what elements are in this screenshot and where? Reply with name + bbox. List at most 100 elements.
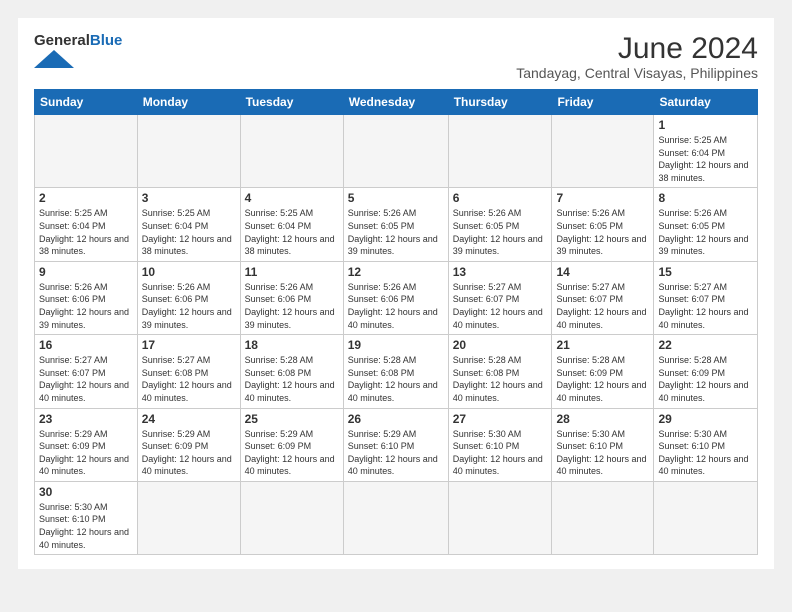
location-subtitle: Tandayag, Central Visayas, Philippines <box>516 65 758 81</box>
day-info: Sunrise: 5:28 AM Sunset: 6:08 PM Dayligh… <box>245 354 339 404</box>
day-info: Sunrise: 5:28 AM Sunset: 6:08 PM Dayligh… <box>348 354 444 404</box>
day-number: 7 <box>556 191 649 205</box>
day-info: Sunrise: 5:27 AM Sunset: 6:08 PM Dayligh… <box>142 354 236 404</box>
calendar-cell <box>240 115 343 188</box>
calendar-week-2: 2 Sunrise: 5:25 AM Sunset: 6:04 PM Daylig… <box>35 188 758 261</box>
calendar-week-4: 16 Sunrise: 5:27 AM Sunset: 6:07 PM Dayli… <box>35 335 758 408</box>
day-number: 5 <box>348 191 444 205</box>
calendar-cell <box>343 115 448 188</box>
day-info: Sunrise: 5:26 AM Sunset: 6:06 PM Dayligh… <box>142 281 236 331</box>
header-thursday: Thursday <box>448 90 552 115</box>
calendar-week-3: 9 Sunrise: 5:26 AM Sunset: 6:06 PM Daylig… <box>35 261 758 334</box>
calendar-cell: 19Sunrise: 5:28 AM Sunset: 6:08 PM Dayli… <box>343 335 448 408</box>
header-sunday: Sunday <box>35 90 138 115</box>
calendar-cell: 29 Sunrise: 5:30 AM Sunset: 6:10 PM Dayli… <box>654 408 758 481</box>
calendar-cell: 20 Sunrise: 5:28 AM Sunset: 6:08 PM Dayli… <box>448 335 552 408</box>
header-saturday: Saturday <box>654 90 758 115</box>
day-info: Sunrise: 5:30 AM Sunset: 6:10 PM Dayligh… <box>658 428 753 478</box>
day-number: 2 <box>39 191 133 205</box>
calendar-cell <box>448 481 552 554</box>
day-info: Sunrise: 5:30 AM Sunset: 6:10 PM Dayligh… <box>556 428 649 478</box>
day-info: Sunrise: 5:26 AM Sunset: 6:06 PM Dayligh… <box>245 281 339 331</box>
day-info: Sunrise: 5:25 AM Sunset: 6:04 PM Dayligh… <box>245 207 339 257</box>
calendar-cell: 22Sunrise: 5:28 AM Sunset: 6:09 PM Dayli… <box>654 335 758 408</box>
calendar-cell <box>137 115 240 188</box>
day-info: Sunrise: 5:29 AM Sunset: 6:09 PM Dayligh… <box>142 428 236 478</box>
calendar-cell: 8Sunrise: 5:26 AM Sunset: 6:05 PM Daylig… <box>654 188 758 261</box>
calendar-table: Sunday Monday Tuesday Wednesday Thursday… <box>34 89 758 555</box>
day-info: Sunrise: 5:29 AM Sunset: 6:09 PM Dayligh… <box>39 428 133 478</box>
calendar-cell: 17 Sunrise: 5:27 AM Sunset: 6:08 PM Dayli… <box>137 335 240 408</box>
calendar-cell <box>137 481 240 554</box>
day-number: 13 <box>453 265 548 279</box>
header-friday: Friday <box>552 90 654 115</box>
calendar-header: Sunday Monday Tuesday Wednesday Thursday… <box>35 90 758 115</box>
calendar-cell <box>552 481 654 554</box>
day-info: Sunrise: 5:26 AM Sunset: 6:06 PM Dayligh… <box>39 281 133 331</box>
day-number: 12 <box>348 265 444 279</box>
day-info: Sunrise: 5:30 AM Sunset: 6:10 PM Dayligh… <box>39 501 133 551</box>
day-number: 22 <box>658 338 753 352</box>
day-info: Sunrise: 5:29 AM Sunset: 6:10 PM Dayligh… <box>348 428 444 478</box>
day-number: 20 <box>453 338 548 352</box>
day-number: 4 <box>245 191 339 205</box>
calendar-cell: 23 Sunrise: 5:29 AM Sunset: 6:09 PM Dayli… <box>35 408 138 481</box>
logo-icon <box>34 50 74 68</box>
day-info: Sunrise: 5:30 AM Sunset: 6:10 PM Dayligh… <box>453 428 548 478</box>
calendar-cell: 7Sunrise: 5:26 AM Sunset: 6:05 PM Daylig… <box>552 188 654 261</box>
calendar-cell: 16 Sunrise: 5:27 AM Sunset: 6:07 PM Dayli… <box>35 335 138 408</box>
day-info: Sunrise: 5:28 AM Sunset: 6:08 PM Dayligh… <box>453 354 548 404</box>
calendar-cell: 13 Sunrise: 5:27 AM Sunset: 6:07 PM Dayli… <box>448 261 552 334</box>
day-info: Sunrise: 5:27 AM Sunset: 6:07 PM Dayligh… <box>39 354 133 404</box>
calendar-cell <box>35 115 138 188</box>
day-number: 26 <box>348 412 444 426</box>
calendar-cell: 28Sunrise: 5:30 AM Sunset: 6:10 PM Dayli… <box>552 408 654 481</box>
day-number: 11 <box>245 265 339 279</box>
calendar-cell: 25Sunrise: 5:29 AM Sunset: 6:09 PM Dayli… <box>240 408 343 481</box>
day-number: 3 <box>142 191 236 205</box>
calendar-cell: 26 Sunrise: 5:29 AM Sunset: 6:10 PM Dayli… <box>343 408 448 481</box>
day-number: 9 <box>39 265 133 279</box>
calendar-cell: 2Sunrise: 5:25 AM Sunset: 6:04 PM Daylig… <box>35 188 138 261</box>
day-info: Sunrise: 5:27 AM Sunset: 6:07 PM Dayligh… <box>658 281 753 331</box>
logo-text: GeneralBlue <box>34 32 122 50</box>
header-tuesday: Tuesday <box>240 90 343 115</box>
day-number: 21 <box>556 338 649 352</box>
day-number: 10 <box>142 265 236 279</box>
day-number: 15 <box>658 265 753 279</box>
calendar-cell: 14Sunrise: 5:27 AM Sunset: 6:07 PM Dayli… <box>552 261 654 334</box>
calendar-cell: 21Sunrise: 5:28 AM Sunset: 6:09 PM Dayli… <box>552 335 654 408</box>
day-info: Sunrise: 5:27 AM Sunset: 6:07 PM Dayligh… <box>556 281 649 331</box>
day-info: Sunrise: 5:27 AM Sunset: 6:07 PM Dayligh… <box>453 281 548 331</box>
calendar-cell: 18 Sunrise: 5:28 AM Sunset: 6:08 PM Dayli… <box>240 335 343 408</box>
calendar-cell <box>552 115 654 188</box>
day-number: 29 <box>658 412 753 426</box>
day-number: 1 <box>658 118 753 132</box>
logo: GeneralBlue <box>34 32 122 68</box>
day-number: 17 <box>142 338 236 352</box>
day-info: Sunrise: 5:25 AM Sunset: 6:04 PM Dayligh… <box>142 207 236 257</box>
day-number: 18 <box>245 338 339 352</box>
header: GeneralBlue June 2024 Tandayag, Central … <box>34 32 758 81</box>
calendar-page: GeneralBlue June 2024 Tandayag, Central … <box>18 18 774 569</box>
calendar-cell: 5 Sunrise: 5:26 AM Sunset: 6:05 PM Daylig… <box>343 188 448 261</box>
calendar-cell: 24Sunrise: 5:29 AM Sunset: 6:09 PM Dayli… <box>137 408 240 481</box>
day-info: Sunrise: 5:26 AM Sunset: 6:05 PM Dayligh… <box>348 207 444 257</box>
day-number: 16 <box>39 338 133 352</box>
calendar-cell: 10 Sunrise: 5:26 AM Sunset: 6:06 PM Dayli… <box>137 261 240 334</box>
calendar-cell: 3 Sunrise: 5:25 AM Sunset: 6:04 PM Daylig… <box>137 188 240 261</box>
day-info: Sunrise: 5:26 AM Sunset: 6:06 PM Dayligh… <box>348 281 444 331</box>
calendar-cell <box>343 481 448 554</box>
day-info: Sunrise: 5:29 AM Sunset: 6:09 PM Dayligh… <box>245 428 339 478</box>
calendar-cell: 12 Sunrise: 5:26 AM Sunset: 6:06 PM Dayli… <box>343 261 448 334</box>
header-wednesday: Wednesday <box>343 90 448 115</box>
day-number: 23 <box>39 412 133 426</box>
calendar-body: 1 Sunrise: 5:25 AM Sunset: 6:04 PM Daylig… <box>35 115 758 555</box>
calendar-week-5: 23 Sunrise: 5:29 AM Sunset: 6:09 PM Dayli… <box>35 408 758 481</box>
logo-general: General <box>34 32 90 49</box>
calendar-week-6: 30Sunrise: 5:30 AM Sunset: 6:10 PM Dayli… <box>35 481 758 554</box>
calendar-cell <box>448 115 552 188</box>
calendar-cell: 15 Sunrise: 5:27 AM Sunset: 6:07 PM Dayli… <box>654 261 758 334</box>
calendar-cell: 4 Sunrise: 5:25 AM Sunset: 6:04 PM Daylig… <box>240 188 343 261</box>
day-info: Sunrise: 5:26 AM Sunset: 6:05 PM Dayligh… <box>453 207 548 257</box>
